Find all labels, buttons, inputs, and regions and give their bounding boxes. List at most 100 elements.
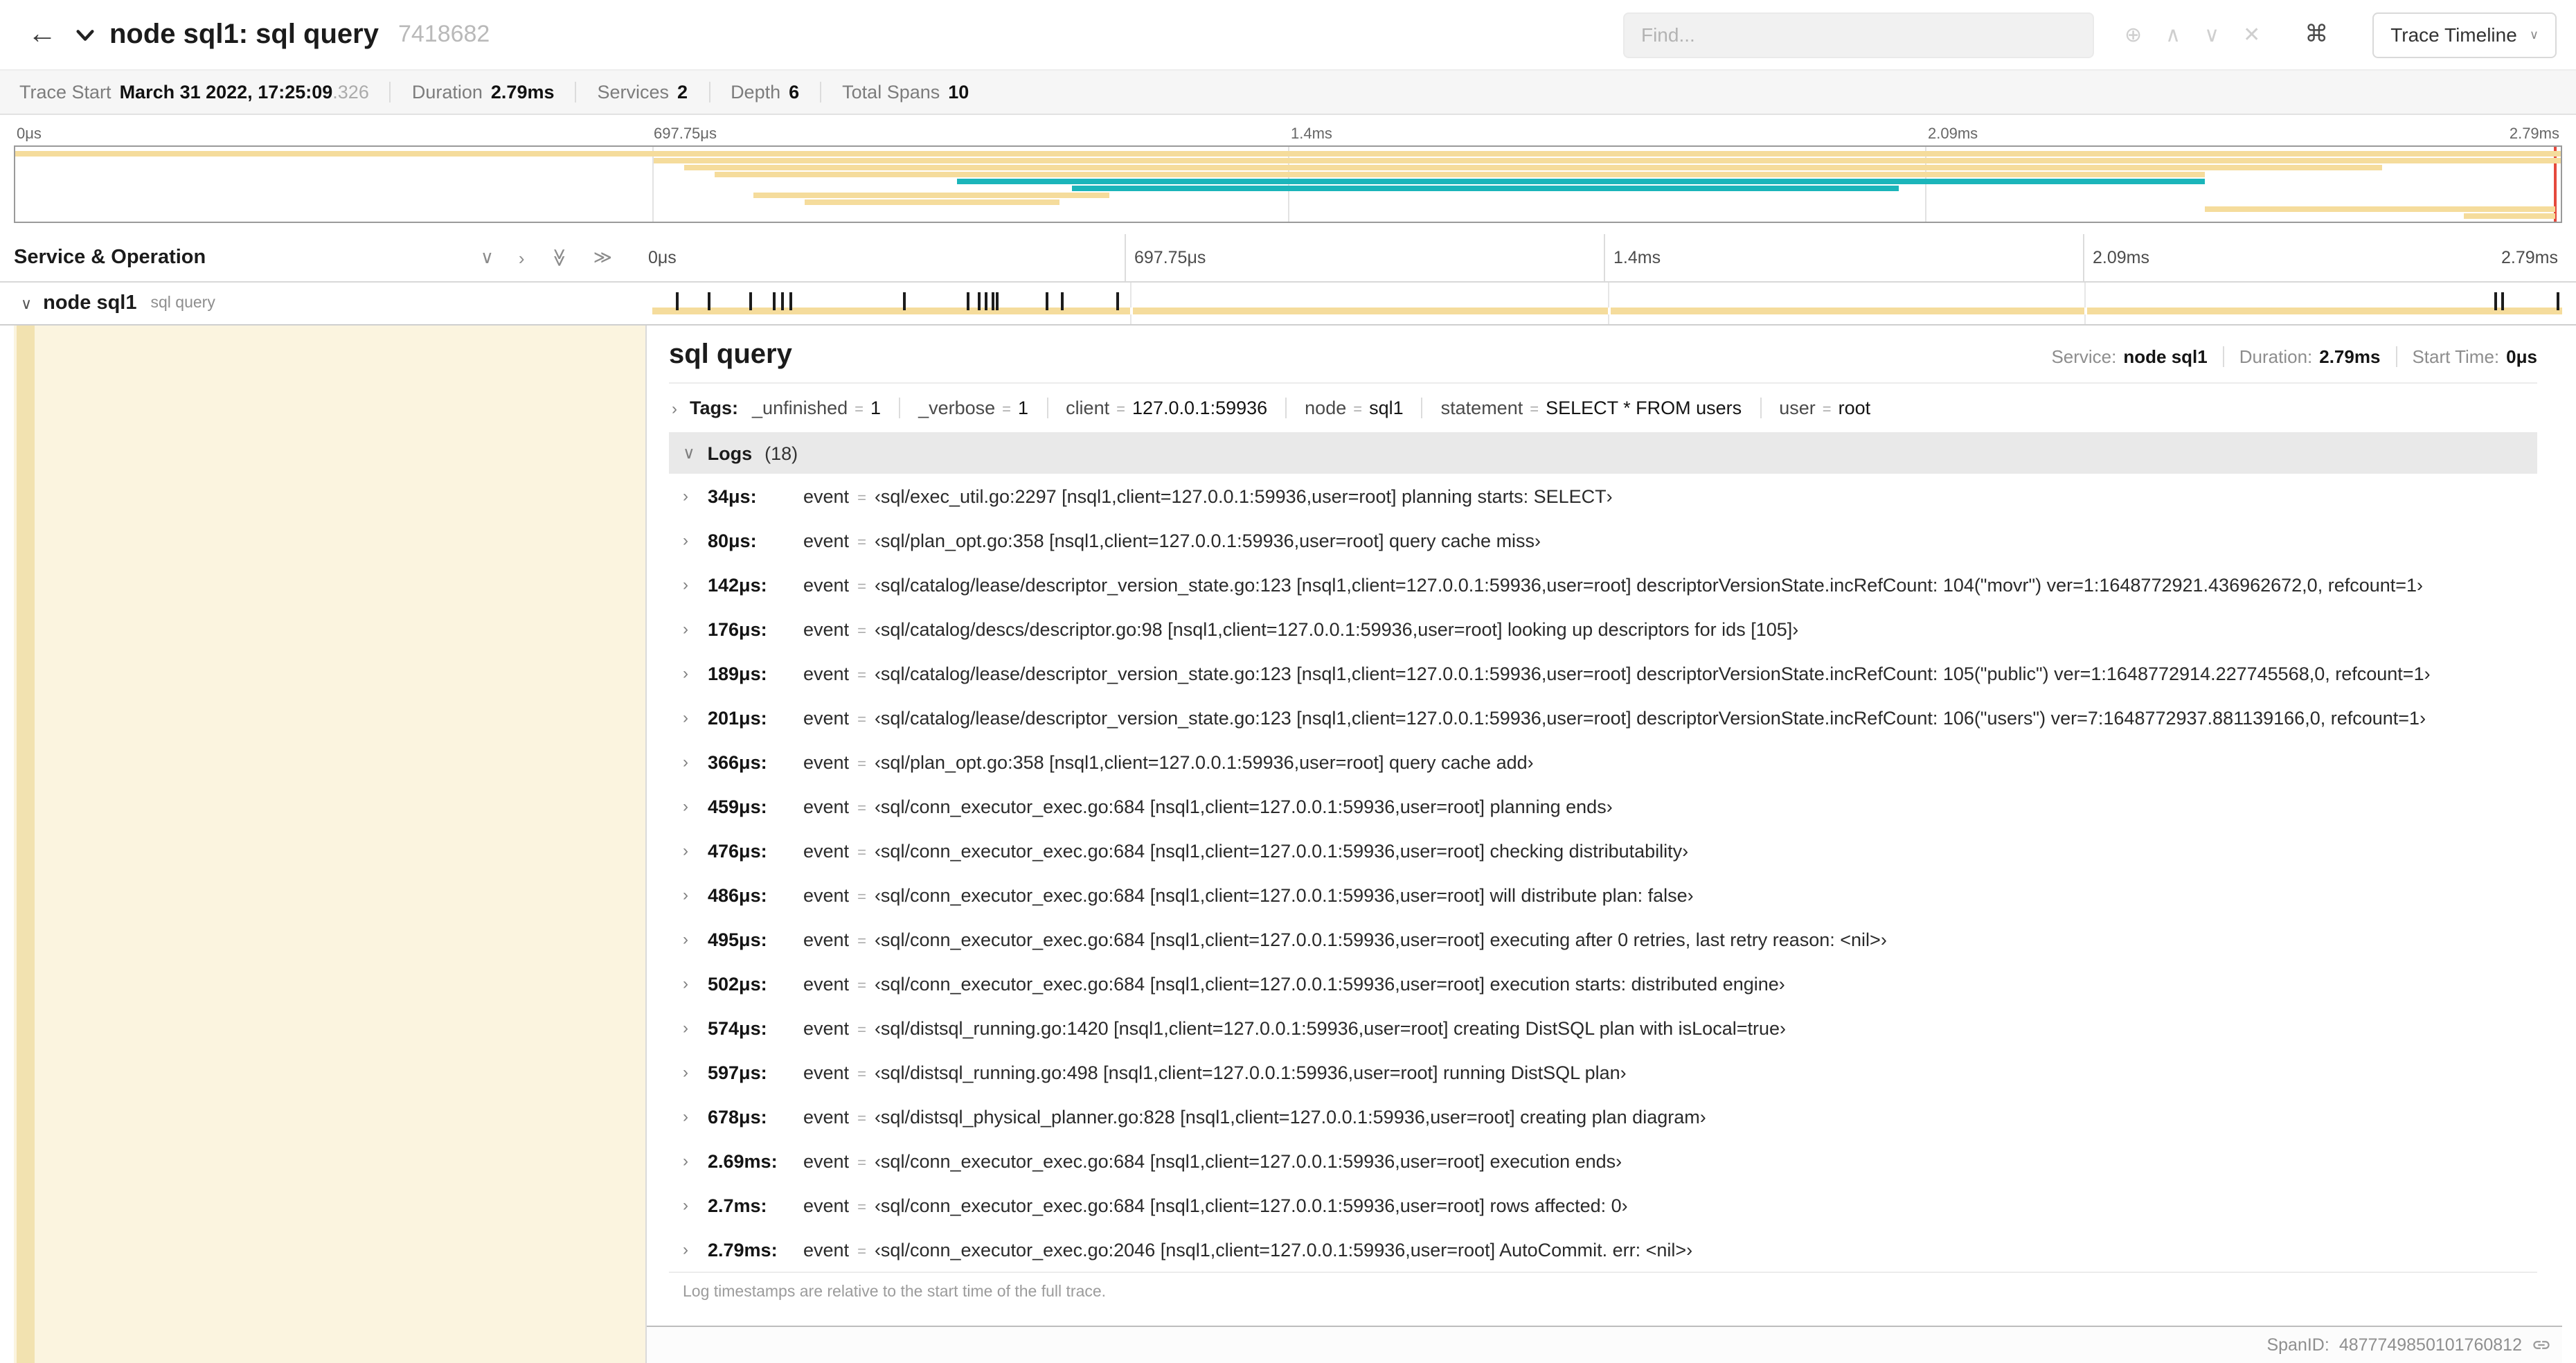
tag-item[interactable]: _unfinished = 1 [752,398,899,418]
log-marker-tick[interactable] [772,292,776,310]
equals-sign: = [857,1155,866,1171]
chevron-right-icon[interactable]: › [683,531,695,550]
log-row[interactable]: › 476μs: event = ‹sql/conn_executor_exec… [669,828,2537,873]
log-row[interactable]: › 502μs: event = ‹sql/conn_executor_exec… [669,961,2537,1006]
chevron-down-icon[interactable]: ∨ [21,294,32,312]
log-marker-tick[interactable] [985,292,988,310]
log-marker-tick[interactable] [789,292,793,310]
log-row[interactable]: › 574μs: event = ‹sql/distsql_running.go… [669,1006,2537,1050]
log-marker-tick[interactable] [902,292,906,310]
log-marker-tick[interactable] [1116,292,1120,310]
log-row[interactable]: › 486μs: event = ‹sql/conn_executor_exec… [669,873,2537,917]
log-row[interactable]: › 459μs: event = ‹sql/conn_executor_exec… [669,784,2537,828]
collapse-all-icon[interactable]: ≫ [548,248,570,267]
chevron-down-icon[interactable] [75,24,96,45]
summary-label: Duration [411,82,483,103]
chevron-right-icon[interactable]: › [683,1062,695,1082]
log-marker-tick[interactable] [707,292,710,310]
log-marker-tick[interactable] [1061,292,1064,310]
log-row[interactable]: › 142μs: event = ‹sql/catalog/lease/desc… [669,562,2537,607]
log-row[interactable]: › 176μs: event = ‹sql/catalog/descs/desc… [669,607,2537,651]
span-row-label[interactable]: ∨ node sql1 sql query [14,283,652,324]
log-marker-tick[interactable] [749,292,753,310]
chevron-right-icon[interactable]: › [683,1195,695,1215]
log-marker-tick[interactable] [978,292,981,310]
chevron-right-icon[interactable]: › [683,974,695,993]
expand-one-icon[interactable]: › [519,247,525,268]
log-marker-tick[interactable] [1045,292,1048,310]
clear-search-icon[interactable]: ✕ [2243,22,2260,47]
tag-item[interactable]: user = root [1760,398,1888,418]
log-row[interactable]: › 189μs: event = ‹sql/catalog/lease/desc… [669,651,2537,695]
chevron-right-icon[interactable]: › [683,796,695,816]
chevron-right-icon[interactable]: › [683,486,695,506]
logs-header[interactable]: ∨ Logs (18) [669,432,2537,474]
chevron-right-icon[interactable]: › [672,398,677,418]
log-row[interactable]: › 80μs: event = ‹sql/plan_opt.go:358 [ns… [669,518,2537,562]
log-row[interactable]: › 34μs: event = ‹sql/exec_util.go:2297 [… [669,474,2537,518]
locate-icon[interactable]: ⊕ [2125,22,2142,47]
span-row[interactable]: ∨ node sql1 sql query [0,283,2576,326]
tag-item[interactable]: statement = SELECT * FROM users [1421,398,1760,418]
next-result-icon[interactable]: ∨ [2204,22,2219,47]
chevron-right-icon[interactable]: › [683,663,695,683]
link-icon[interactable] [2532,1335,2551,1355]
tag-value: sql1 [1369,398,1404,418]
log-marker-tick[interactable] [781,292,785,310]
tag-item[interactable]: client = 127.0.0.1:59936 [1046,398,1285,418]
log-row[interactable]: › 201μs: event = ‹sql/catalog/lease/desc… [669,695,2537,740]
chevron-right-icon[interactable]: › [683,1018,695,1037]
log-row[interactable]: › 678μs: event = ‹sql/distsql_physical_p… [669,1094,2537,1139]
log-field-value: ‹sql/conn_executor_exec.go:684 [nsql1,cl… [874,1195,1628,1215]
log-marker-tick[interactable] [675,292,679,310]
find-box[interactable] [1622,12,2094,57]
back-button[interactable]: ← [19,17,61,53]
collapse-one-icon[interactable]: ∨ [481,247,494,269]
expand-all-icon[interactable]: ≫ [593,247,612,269]
log-marker-tick[interactable] [2556,292,2559,310]
log-marker-tick[interactable] [991,292,994,310]
log-row[interactable]: › 2.7ms: event = ‹sql/conn_executor_exec… [669,1183,2537,1227]
log-text: event = ‹sql/exec_util.go:2297 [nsql1,cl… [803,485,1613,506]
log-row[interactable]: › 2.69ms: event = ‹sql/conn_executor_exe… [669,1139,2537,1183]
chevron-down-icon[interactable]: ∨ [683,443,695,463]
gridline-bar-break [1607,308,1610,314]
keyboard-shortcuts-icon[interactable]: ⌘ [2296,19,2336,50]
log-row[interactable]: › 366μs: event = ‹sql/plan_opt.go:358 [n… [669,740,2537,784]
tag-item[interactable]: node = sql1 [1285,398,1422,418]
log-row[interactable]: › 495μs: event = ‹sql/conn_executor_exec… [669,917,2537,961]
equals-sign: = [1002,402,1012,418]
prev-result-icon[interactable]: ∧ [2165,22,2181,47]
log-marker-tick[interactable] [2501,292,2504,310]
log-text: event = ‹sql/plan_opt.go:358 [nsql1,clie… [803,530,1541,551]
chevron-right-icon[interactable]: › [683,708,695,727]
log-marker-tick[interactable] [996,292,999,310]
chevron-right-icon[interactable]: › [683,929,695,949]
log-timestamp: 495μs: [708,929,767,950]
trace-timeline-dropdown[interactable]: Trace Timeline ∨ [2372,12,2557,57]
tags-row[interactable]: › Tags: _unfinished = 1 _verbose = 1 cli… [672,398,2537,418]
summary-item: Depth 6 [708,82,799,103]
chevron-right-icon[interactable]: › [683,841,695,860]
chevron-right-icon[interactable]: › [683,885,695,905]
chevron-right-icon[interactable]: › [683,1240,695,1259]
chevron-right-icon[interactable]: › [683,752,695,772]
log-marker-tick[interactable] [2494,292,2497,310]
log-row[interactable]: › 597μs: event = ‹sql/distsql_running.go… [669,1050,2537,1094]
chevron-right-icon[interactable]: › [683,1107,695,1126]
chevron-right-icon[interactable]: › [683,575,695,594]
log-row[interactable]: › 2.79ms: event = ‹sql/conn_executor_exe… [669,1227,2537,1272]
chevron-right-icon[interactable]: › [683,1151,695,1170]
chevron-right-icon[interactable]: › [683,619,695,639]
span-timeline-area[interactable] [652,283,2562,324]
log-marker-tick[interactable] [966,292,969,310]
find-input[interactable] [1638,22,2079,47]
tag-item[interactable]: _verbose = 1 [899,398,1046,418]
summary-value: March 31 2022, 17:25:09.326 [119,82,369,103]
timeline-tick-header: 0μs 697.75μs 1.4ms 2.09ms 2.79ms [645,234,2562,281]
equals-sign: = [857,534,866,551]
log-field-key: event [803,1239,850,1260]
minimap-canvas[interactable] [14,145,2562,223]
log-text: event = ‹sql/conn_executor_exec.go:684 [… [803,973,1785,994]
log-text: event = ‹sql/conn_executor_exec.go:684 [… [803,840,1688,861]
